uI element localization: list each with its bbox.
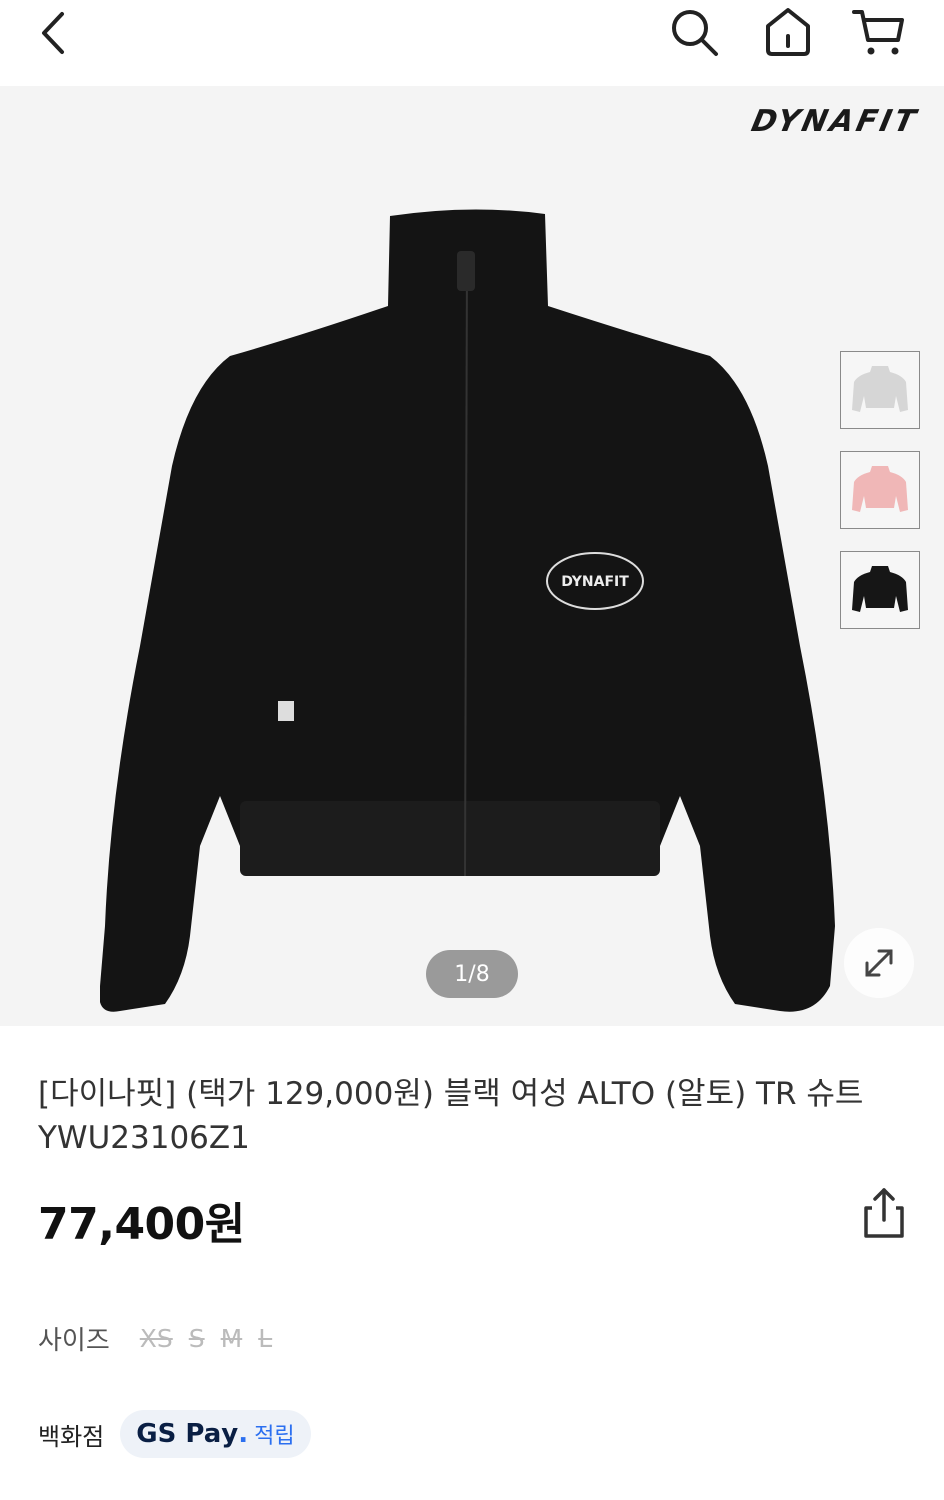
search-icon[interactable] — [668, 6, 722, 60]
size-option-xs[interactable]: XS — [140, 1324, 173, 1353]
expand-image-button[interactable] — [844, 928, 914, 998]
gs-pay-logo-y: y — [221, 1419, 239, 1449]
thumbnail-pink[interactable] — [840, 451, 920, 529]
gs-pay-badge[interactable]: GS Pa y. 적립 — [120, 1410, 311, 1458]
size-options: 사이즈 XS S M L — [38, 1320, 288, 1357]
gs-pay-logo-dot: . — [238, 1419, 249, 1449]
svg-text:DYNAFIT: DYNAFIT — [561, 574, 629, 590]
department-label: 백화점 — [38, 1422, 105, 1451]
product-image-jacket: DYNAFIT — [100, 209, 835, 1012]
product-title: [다이나핏] (택가 129,000원) 블랙 여성 ALTO (알토) TR … — [38, 1076, 864, 1156]
thumbnail-jacket-pink — [852, 466, 908, 512]
size-label: 사이즈 — [38, 1326, 110, 1356]
gs-pay-logo: GS Pa — [136, 1419, 222, 1449]
expand-icon — [865, 949, 893, 977]
size-option-m[interactable]: M — [221, 1324, 243, 1353]
thumbnail-gray[interactable] — [840, 351, 920, 429]
gs-pay-earn-label: 적립 — [254, 1424, 295, 1449]
share-icon[interactable] — [858, 1186, 910, 1242]
thumbnail-jacket-gray — [852, 366, 908, 412]
product-image-gallery[interactable]: DYNAFIT DYNAFIT 1/8 — [0, 86, 944, 1026]
thumbnail-black[interactable] — [840, 551, 920, 629]
size-option-l[interactable]: L — [258, 1324, 272, 1353]
brand-logo: DYNAFIT — [748, 104, 922, 139]
home-icon[interactable] — [760, 4, 816, 58]
product-price: 77,400원 — [38, 1199, 245, 1250]
top-navigation-bar — [0, 0, 944, 86]
cart-icon[interactable] — [850, 6, 908, 60]
back-icon[interactable] — [36, 10, 72, 56]
color-thumbnails — [840, 351, 920, 651]
size-option-s[interactable]: S — [189, 1324, 205, 1353]
image-pager: 1/8 — [426, 950, 518, 998]
thumbnail-jacket-black — [852, 566, 908, 612]
cut-off-content — [38, 1492, 538, 1500]
department-store-row: 백화점 GS Pa y. 적립 — [38, 1410, 311, 1458]
